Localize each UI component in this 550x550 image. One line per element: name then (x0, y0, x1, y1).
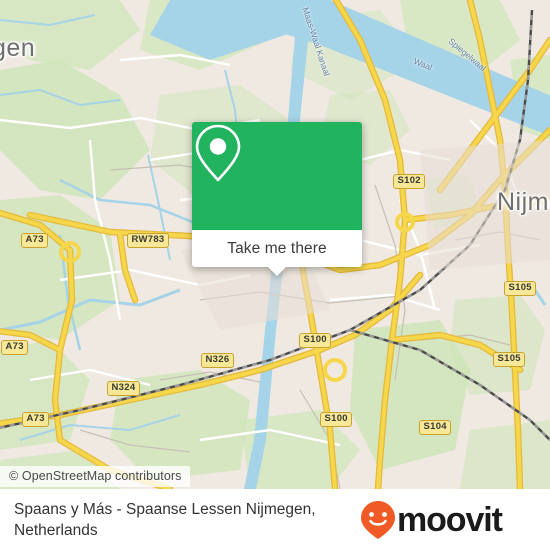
road-shield-s105-north[interactable]: S105 (504, 281, 537, 296)
place-title: Spaans y Más - Spaanse Lessen Nijmegen, … (14, 500, 316, 539)
map-pin-icon (195, 124, 241, 182)
road-shield-s100-south[interactable]: S100 (320, 412, 353, 427)
road-shield-s102[interactable]: S102 (393, 174, 426, 189)
road-shield-a73-south[interactable]: A73 (22, 412, 50, 427)
moovit-pin-smiley-icon (361, 500, 395, 539)
popup-footer[interactable]: Take me there (192, 230, 362, 276)
road-shield-a73-north[interactable]: A73 (21, 233, 49, 248)
moovit-logo[interactable]: moovit (360, 500, 518, 540)
moovit-map-screenshot: Nijmegen gen Maas-Waal Kanaal Waal Spieg… (0, 0, 550, 550)
road-shield-s100-north[interactable]: S100 (299, 333, 332, 348)
road-shield-rw783[interactable]: RW783 (127, 233, 170, 248)
road-shield-n324[interactable]: N324 (107, 381, 140, 396)
map-canvas[interactable]: Nijmegen gen Maas-Waal Kanaal Waal Spieg… (0, 0, 550, 489)
moovit-wordmark: moovit (397, 500, 503, 539)
footer-bar: Spaans y Más - Spaanse Lessen Nijmegen, … (0, 489, 550, 550)
take-me-there-button[interactable]: Take me there (227, 240, 327, 258)
road-shield-n326[interactable]: N326 (201, 353, 234, 368)
popup-header (192, 122, 362, 230)
location-popup-card[interactable]: Take me there (192, 122, 362, 276)
road-shield-s104[interactable]: S104 (419, 420, 452, 435)
road-shield-s105-south[interactable]: S105 (493, 352, 526, 367)
road-shield-a73-mid[interactable]: A73 (1, 340, 29, 355)
popup-pointer-tail (267, 266, 287, 276)
osm-attribution[interactable]: © OpenStreetMap contributors (0, 466, 190, 487)
